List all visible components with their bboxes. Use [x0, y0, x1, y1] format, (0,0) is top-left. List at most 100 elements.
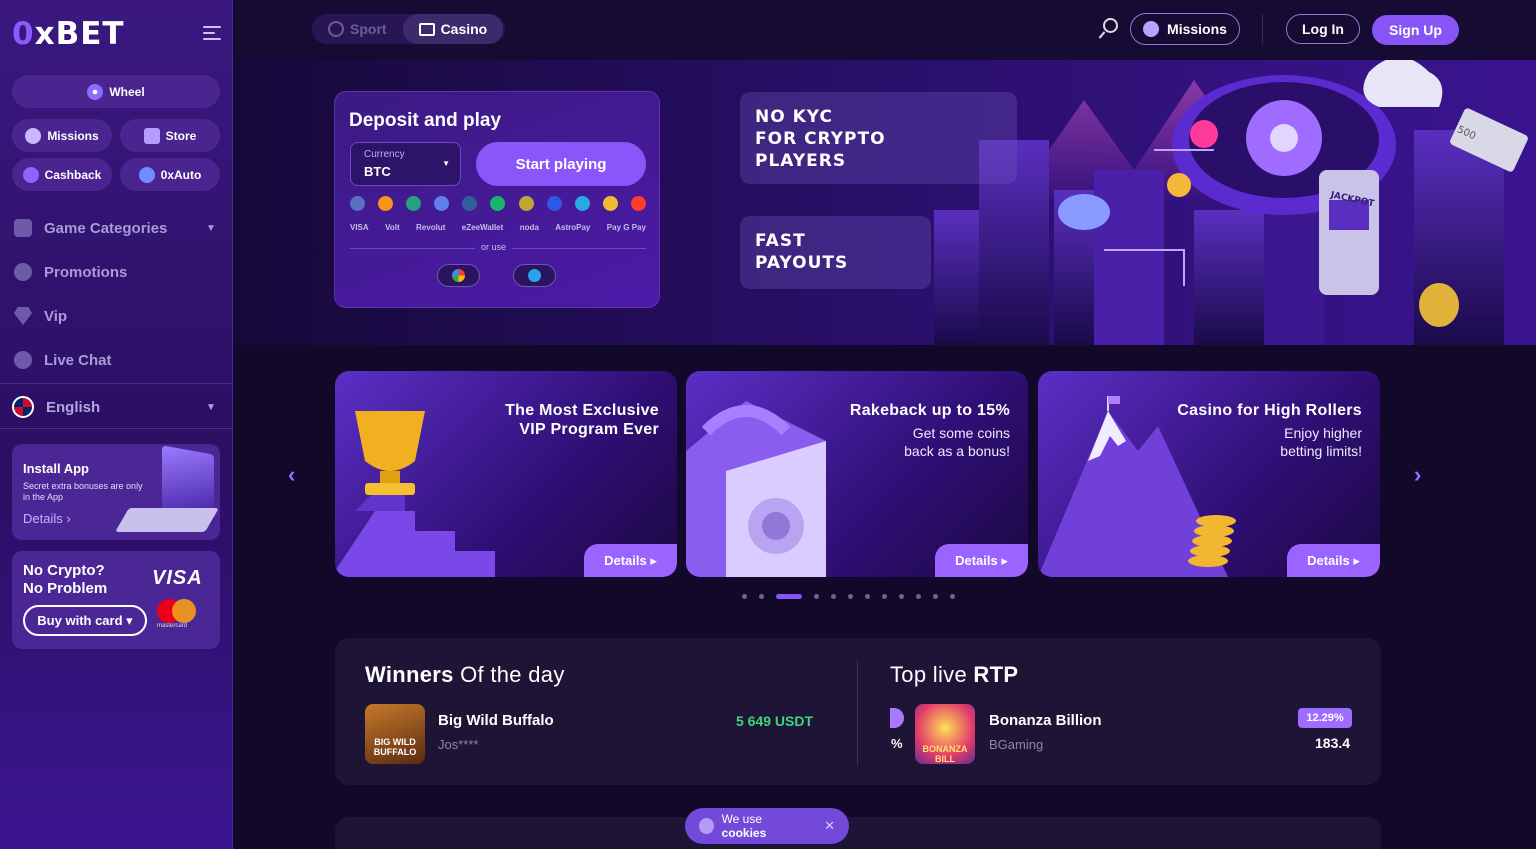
payment-method-logo: noda — [519, 223, 539, 232]
nav-promotions[interactable]: Promotions — [14, 263, 127, 281]
oxauto-button[interactable]: 0xAuto — [120, 158, 220, 191]
tab-casino[interactable]: Casino — [402, 14, 504, 44]
telegram-icon — [528, 269, 541, 282]
promo-card-vip[interactable]: The Most Exclusive VIP Program Ever Detai… — [335, 371, 677, 577]
carousel-dot[interactable] — [882, 594, 887, 599]
buy-with-card-button[interactable]: Buy with card ▾ — [23, 605, 147, 636]
no-crypto-title: No Crypto? No Problem — [23, 562, 108, 597]
payment-method-logo: VISA — [350, 223, 369, 232]
big-wild-buffalo-thumb[interactable]: BIG WILD BUFFALO — [365, 704, 425, 764]
sidebar: 0xBET Wheel Missions Store Cashback 0xAu… — [0, 0, 233, 849]
google-login-button[interactable] — [437, 264, 480, 287]
winners-title: Winners Of the day — [365, 662, 565, 687]
crypto-coin-icon — [490, 196, 506, 211]
missions-button[interactable]: Missions — [12, 119, 112, 152]
top-divider — [1262, 14, 1263, 44]
promo-card-rakeback[interactable]: Rakeback up to 15% Get some coins back as… — [686, 371, 1028, 577]
wheel-button[interactable]: Wheel — [12, 75, 220, 108]
search-icon[interactable] — [1098, 18, 1120, 40]
carousel-dot[interactable] — [916, 594, 921, 599]
login-button[interactable]: Log In — [1286, 14, 1360, 44]
grid-icon — [14, 219, 32, 237]
currency-select[interactable]: Currency BTC ▼ — [350, 142, 461, 186]
google-icon — [452, 269, 465, 282]
carousel-dot[interactable] — [933, 594, 938, 599]
rtp-prev-item-fragment — [890, 708, 904, 728]
or-use-label: or use — [475, 242, 513, 252]
close-icon[interactable]: ✕ — [824, 818, 835, 834]
car-icon — [138, 166, 155, 183]
carousel-dot[interactable] — [899, 594, 904, 599]
winner-amount: 5 649 USDT — [736, 713, 814, 729]
crypto-coin-icon — [574, 196, 590, 211]
carousel-dot[interactable] — [831, 594, 836, 599]
carousel-dot[interactable] — [776, 594, 802, 599]
telegram-login-button[interactable] — [513, 264, 556, 287]
payment-method-logo: Volt — [385, 223, 400, 232]
winners-panel: Winners Of the day BIG WILD BUFFALO Big W… — [335, 638, 1381, 785]
cookie-icon — [699, 818, 714, 834]
cashback-button[interactable]: Cashback — [12, 158, 112, 191]
uk-flag-icon — [12, 396, 34, 418]
no-kyc-panel: NO KYC FOR CRYPTO PLAYERS — [740, 92, 1017, 184]
crypto-coin-icon — [350, 196, 365, 211]
install-app-card[interactable]: Install App Secret extra bonuses are onl… — [12, 444, 220, 540]
payment-methods-row: VISA Volt Revolut eZeeWallet noda AstroPay Pay… — [350, 223, 646, 232]
payment-method-logo: Pay G Pay — [606, 223, 646, 232]
carousel-dot[interactable] — [759, 594, 764, 599]
menu-toggle-icon[interactable] — [203, 26, 221, 40]
rtp-provider: BGaming — [989, 737, 1044, 752]
winners-divider — [857, 660, 858, 765]
rtp-game-name[interactable]: Bonanza Billion — [989, 712, 1102, 729]
install-app-subtitle: Secret extra bonuses are only in the App — [23, 481, 143, 502]
carousel-dot[interactable] — [814, 594, 819, 599]
next-section-panel — [335, 817, 1381, 849]
rtp-prev-percent: % — [891, 736, 903, 751]
nav-live-chat[interactable]: Live Chat — [14, 351, 112, 369]
promo-details-button[interactable]: Details ▸ — [584, 544, 677, 577]
wheel-icon — [87, 83, 104, 100]
crypto-coins-row — [350, 196, 646, 211]
divider — [0, 428, 233, 429]
chat-icon — [14, 351, 32, 369]
signup-button[interactable]: Sign Up — [1372, 15, 1459, 45]
tab-sport[interactable]: Sport — [312, 14, 403, 44]
language-selector[interactable]: English ▼ — [12, 396, 216, 418]
nav-vip[interactable]: Vip — [14, 307, 67, 325]
carousel-dots — [742, 594, 955, 599]
carousel-dot[interactable] — [950, 594, 955, 599]
install-app-title: Install App — [23, 461, 89, 476]
install-details-link[interactable]: Details › — [23, 511, 71, 526]
casino-slot-icon — [418, 22, 435, 36]
payment-method-logo: AstroPay — [555, 223, 591, 232]
promo-details-button[interactable]: Details ▸ — [1287, 544, 1380, 577]
missions-icon — [1143, 21, 1160, 37]
bonanza-billion-thumb[interactable]: BONANZA BILL — [915, 704, 975, 764]
carousel-dot[interactable] — [865, 594, 870, 599]
fast-payouts-panel: FAST PAYOUTS — [740, 216, 931, 289]
carousel-next-arrow[interactable]: › — [1414, 462, 1421, 488]
promo-card-high-rollers[interactable]: Casino for High Rollers Enjoy higher bett… — [1038, 371, 1380, 577]
promo-details-button[interactable]: Details ▸ — [935, 544, 1028, 577]
missions-top-button[interactable]: Missions — [1130, 13, 1240, 45]
diamond-icon — [14, 307, 32, 325]
crypto-coin-icon — [546, 196, 562, 211]
chevron-down-icon: ▼ — [206, 401, 216, 413]
winner-user: Jos**** — [438, 737, 479, 752]
top-rtp-title: Top live RTP — [890, 662, 1019, 687]
brand-logo[interactable]: 0xBET — [12, 16, 125, 52]
crypto-coin-icon — [462, 196, 478, 211]
missions-icon — [25, 127, 42, 144]
laptop-app-icon — [115, 445, 220, 532]
carousel-dot[interactable] — [742, 594, 747, 599]
carousel-prev-arrow[interactable]: ‹ — [288, 462, 295, 488]
winner-game-name[interactable]: Big Wild Buffalo — [438, 712, 554, 729]
product-tabs: Sport Casino — [312, 14, 505, 44]
carousel-dot[interactable] — [848, 594, 853, 599]
payment-method-logo: eZeeWallet — [461, 223, 504, 232]
cookie-banner[interactable]: We use cookies ✕ — [685, 808, 849, 844]
start-playing-button[interactable]: Start playing — [476, 142, 646, 186]
crypto-coin-icon — [378, 196, 394, 211]
nav-game-categories[interactable]: Game Categories ▼ — [14, 219, 216, 237]
store-button[interactable]: Store — [120, 119, 220, 152]
